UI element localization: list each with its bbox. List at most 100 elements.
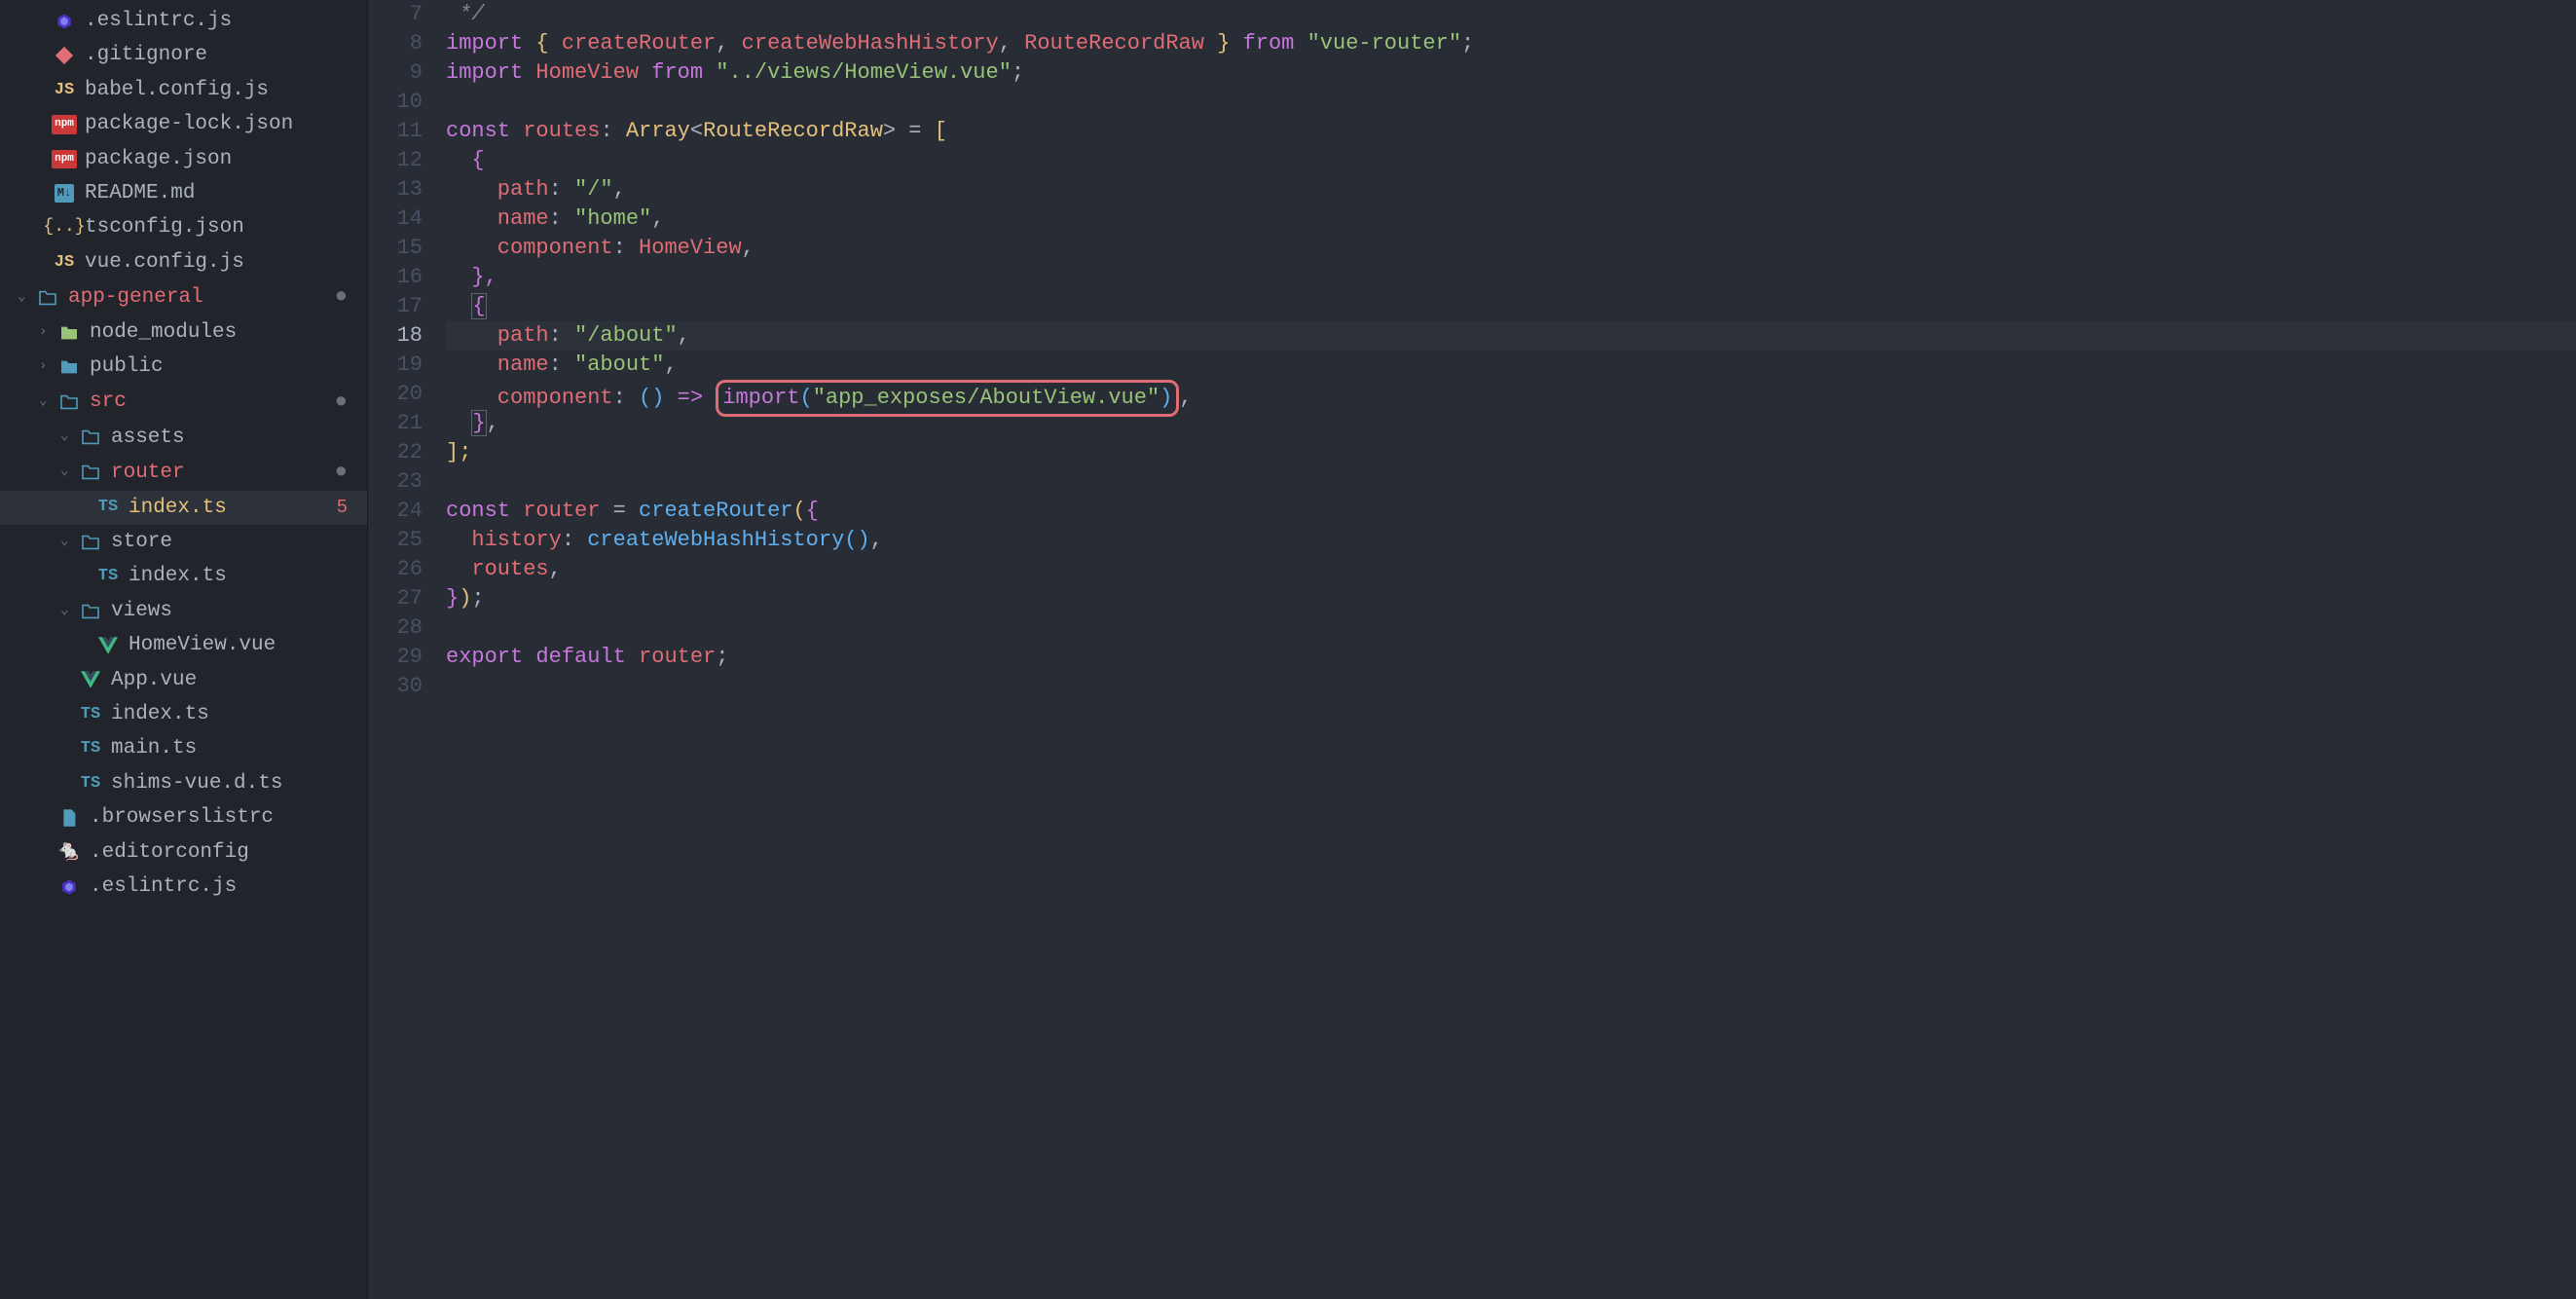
folder-open-icon <box>78 535 103 550</box>
code-line: */ <box>446 0 2576 29</box>
code-line: }, <box>446 409 2576 438</box>
code-line: component: () => import("app_exposes/Abo… <box>446 380 2576 409</box>
file-name-label: HomeView.vue <box>129 631 359 659</box>
tree-item-index-ts[interactable]: ›TSindex.ts <box>0 697 367 731</box>
tree-item--browserslistrc[interactable]: ›.browserslistrc <box>0 800 367 835</box>
file-explorer-sidebar[interactable]: ›.eslintrc.js›.gitignore›JSbabel.config.… <box>0 0 368 1299</box>
code-editor[interactable]: 7891011121314151617181920212223242526272… <box>368 0 2576 1299</box>
code-content[interactable]: */ import { createRouter, createWebHashH… <box>446 0 2576 1299</box>
tree-item-assets[interactable]: ⌄ assets <box>0 421 367 455</box>
error-count-badge: 5 <box>337 495 348 521</box>
file-name-label: node_modules <box>90 318 359 347</box>
file-name-label: .gitignore <box>85 41 359 69</box>
tree-item-babel-config-js[interactable]: ›JSbabel.config.js <box>0 73 367 107</box>
npm-icon: npm <box>52 150 77 168</box>
file-name-label: babel.config.js <box>85 76 359 104</box>
chevron-icon: › <box>39 323 55 343</box>
file-name-label: vue.config.js <box>85 248 359 277</box>
file-name-label: index.ts <box>129 494 337 522</box>
line-number: 12 <box>368 146 423 175</box>
line-number-gutter: 7891011121314151617181920212223242526272… <box>368 0 446 1299</box>
eslint-icon <box>56 878 82 896</box>
typescript-icon: TS <box>78 703 103 726</box>
line-number: 15 <box>368 234 423 263</box>
typescript-icon: TS <box>78 737 103 761</box>
tree-item-main-ts[interactable]: ›TSmain.ts <box>0 731 367 765</box>
file-name-label: .eslintrc.js <box>85 7 359 35</box>
line-number: 8 <box>368 29 423 58</box>
chevron-icon: ⌄ <box>60 427 76 447</box>
folder-open-icon <box>78 604 103 619</box>
modified-dot-icon: ● <box>335 388 348 418</box>
file-name-label: package.json <box>85 145 359 173</box>
file-name-label: app-general <box>68 283 335 312</box>
tree-item-store[interactable]: ⌄store <box>0 525 367 559</box>
tree-item-node-modules[interactable]: › node_modules <box>0 315 367 350</box>
tree-item-src[interactable]: ⌄src● <box>0 385 367 421</box>
tree-item-views[interactable]: ⌄views <box>0 594 367 628</box>
code-line <box>446 467 2576 497</box>
tree-item-shims-vue-d-ts[interactable]: ›TSshims-vue.d.ts <box>0 766 367 800</box>
matched-brace: { <box>471 293 486 319</box>
code-line: name: "about", <box>446 351 2576 380</box>
tree-item--editorconfig[interactable]: ›🐁.editorconfig <box>0 835 367 870</box>
markdown-icon: M↓ <box>52 184 77 203</box>
line-number: 27 <box>368 584 423 613</box>
tree-item-vue-config-js[interactable]: ›JSvue.config.js <box>0 245 367 279</box>
line-number: 20 <box>368 380 423 409</box>
tree-item-index-ts[interactable]: ›TSindex.ts5 <box>0 491 367 525</box>
line-number: 25 <box>368 526 423 555</box>
folder-open-icon <box>78 464 103 480</box>
tree-item--gitignore[interactable]: ›.gitignore <box>0 38 367 72</box>
vue-icon <box>95 637 121 654</box>
javascript-icon: JS <box>52 79 77 102</box>
chevron-icon: ⌄ <box>60 463 76 482</box>
file-name-label: assets <box>111 424 359 452</box>
file-name-label: package-lock.json <box>85 110 359 138</box>
tree-item-package-json[interactable]: ›npmpackage.json <box>0 142 367 176</box>
chevron-icon: ⌄ <box>18 288 33 308</box>
file-name-label: public <box>90 353 359 381</box>
tree-item--eslintrc-js[interactable]: ›.eslintrc.js <box>0 870 367 904</box>
tree-item-readme-md[interactable]: ›M↓README.md <box>0 176 367 210</box>
file-name-label: App.vue <box>111 666 359 694</box>
tree-item-app-general[interactable]: ⌄ app-general● <box>0 279 367 315</box>
code-line: }); <box>446 584 2576 613</box>
line-number: 30 <box>368 672 423 701</box>
file-icon <box>56 808 82 828</box>
tree-item-tsconfig-json[interactable]: ›{..}tsconfig.json <box>0 210 367 244</box>
folder-icon <box>56 325 82 341</box>
code-line <box>446 672 2576 701</box>
tree-item-app-vue[interactable]: ›App.vue <box>0 663 367 697</box>
tree-item-homeview-vue[interactable]: ›HomeView.vue <box>0 628 367 662</box>
modified-dot-icon: ● <box>335 282 348 313</box>
file-name-label: .eslintrc.js <box>90 872 359 901</box>
file-name-label: store <box>111 528 359 556</box>
tree-item--eslintrc-js[interactable]: ›.eslintrc.js <box>0 4 367 38</box>
file-name-label: src <box>90 388 335 416</box>
file-name-label: shims-vue.d.ts <box>111 769 359 798</box>
line-number: 13 <box>368 175 423 204</box>
javascript-icon: JS <box>52 251 77 275</box>
file-name-label: index.ts <box>129 562 359 590</box>
line-number: 9 <box>368 58 423 88</box>
line-number: 17 <box>368 292 423 321</box>
tree-item-index-ts[interactable]: ›TSindex.ts <box>0 559 367 593</box>
file-name-label: .browserslistrc <box>90 803 359 832</box>
line-number: 24 <box>368 497 423 526</box>
code-line: name: "home", <box>446 204 2576 234</box>
line-number: 11 <box>368 117 423 146</box>
code-line <box>446 613 2576 643</box>
code-line <box>446 88 2576 117</box>
file-name-label: .editorconfig <box>90 838 359 867</box>
file-name-label: main.ts <box>111 734 359 762</box>
code-line: history: createWebHashHistory(), <box>446 526 2576 555</box>
code-line: import { createRouter, createWebHashHist… <box>446 29 2576 58</box>
tree-item-router[interactable]: ⌄router● <box>0 455 367 491</box>
tree-item-package-lock-json[interactable]: ›npmpackage-lock.json <box>0 107 367 141</box>
code-line: const router = createRouter({ <box>446 497 2576 526</box>
typescript-icon: TS <box>95 496 121 519</box>
code-line: import HomeView from "../views/HomeView.… <box>446 58 2576 88</box>
tree-item-public[interactable]: ›public <box>0 350 367 384</box>
line-number: 18 <box>368 321 423 351</box>
